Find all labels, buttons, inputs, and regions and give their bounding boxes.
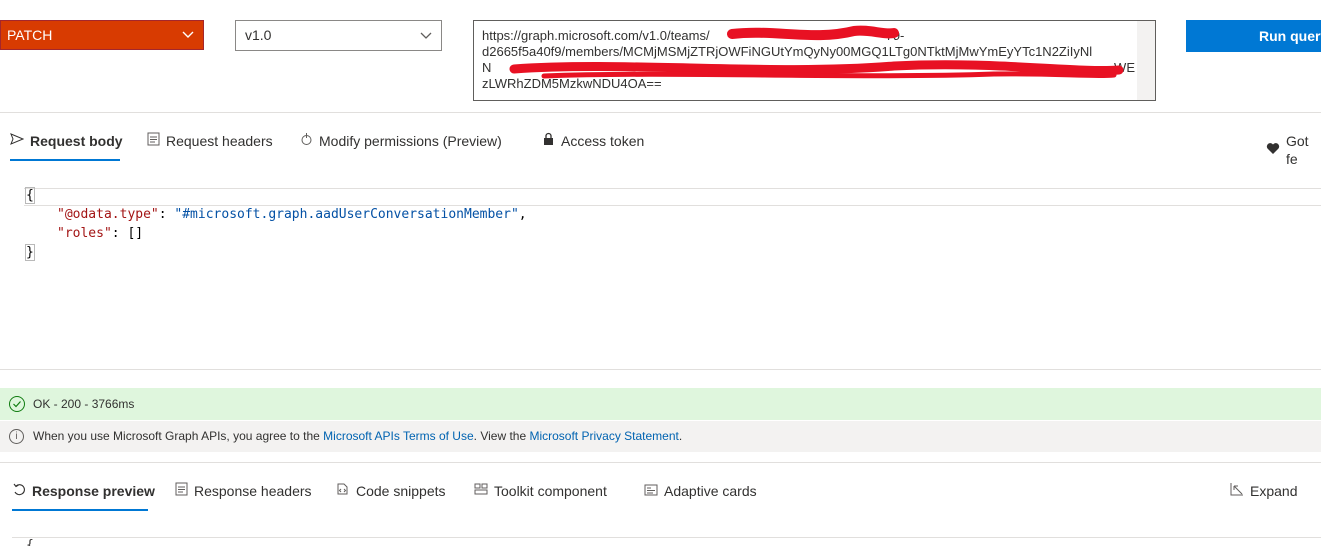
tab-toolkit-component[interactable]: Toolkit component — [474, 482, 607, 500]
expand-icon — [1230, 482, 1244, 500]
terms-info-bar: i When you use Microsoft Graph APIs, you… — [0, 421, 1321, 452]
json-sep: : — [111, 226, 128, 241]
request-body-editor[interactable]: { "@odata.type": "#microsoft.graph.aadUs… — [25, 186, 527, 262]
terms-of-use-link[interactable]: Microsoft APIs Terms of Use — [323, 429, 474, 443]
response-editor-top — [12, 537, 1321, 538]
run-query-label: Run query — [1259, 28, 1321, 44]
status-text: OK - 200 - 3766ms — [33, 397, 135, 411]
open-brace: { — [25, 187, 35, 204]
active-tab-indicator — [12, 509, 148, 511]
json-key: "@odata.type" — [57, 207, 159, 222]
terms-suffix: . — [678, 429, 683, 443]
redaction-scribble — [509, 25, 1124, 79]
http-method-dropdown[interactable]: PATCH — [0, 20, 204, 50]
code-line: "roles": [] — [26, 224, 527, 243]
close-brace: } — [25, 244, 35, 261]
tab-label: Modify permissions (Preview) — [319, 133, 502, 149]
tab-label: Request headers — [166, 133, 273, 149]
editor-divider — [0, 369, 1321, 370]
json-value: "#microsoft.graph.aadUserConversationMem… — [174, 207, 519, 222]
tab-modify-permissions[interactable]: Modify permissions (Preview) — [299, 132, 502, 150]
card-icon — [644, 482, 658, 500]
code-line: { — [25, 186, 527, 205]
got-feedback-button[interactable]: Got fe — [1266, 132, 1321, 168]
terms-mid: . View the — [473, 429, 530, 443]
tab-label: Response preview — [32, 483, 155, 499]
request-url-input[interactable]: https://graph.microsoft.com/v1.0/teams/7… — [473, 20, 1156, 101]
tab-label: Toolkit component — [494, 483, 607, 499]
chevron-down-icon — [419, 21, 433, 60]
tab-adaptive-cards[interactable]: Adaptive cards — [644, 482, 757, 500]
permissions-icon — [299, 132, 313, 150]
toolkit-icon — [474, 482, 488, 500]
tab-access-token[interactable]: Access token — [541, 132, 644, 150]
expand-button[interactable]: Expand — [1230, 482, 1297, 500]
tab-response-headers[interactable]: Response headers — [174, 482, 312, 500]
info-icon: i — [9, 429, 24, 444]
tab-label: Access token — [561, 133, 645, 149]
json-value: [] — [127, 226, 144, 241]
response-preview-editor[interactable]: { — [26, 536, 34, 546]
document-icon — [174, 482, 188, 500]
checkmark-circle-icon — [9, 396, 25, 412]
active-tab-indicator — [10, 159, 120, 161]
version-dropdown[interactable]: v1.0 — [235, 20, 442, 51]
code-line: } — [25, 243, 527, 262]
heart-icon — [1266, 141, 1280, 159]
run-query-button[interactable]: Run query — [1186, 20, 1321, 52]
http-method-value: PATCH — [7, 27, 53, 43]
code-icon — [336, 482, 350, 500]
terms-text: When you use Microsoft Graph APIs, you a… — [33, 421, 682, 452]
json-comma: , — [518, 207, 527, 222]
tab-response-preview[interactable]: Response preview — [12, 482, 155, 500]
code-line: "@odata.type": "#microsoft.graph.aadUser… — [26, 205, 527, 224]
undo-icon — [12, 482, 26, 500]
document-icon — [146, 132, 160, 150]
tab-label: Adaptive cards — [664, 483, 757, 499]
tab-label: Request body — [30, 133, 123, 149]
tab-code-snippets[interactable]: Code snippets — [336, 482, 446, 500]
privacy-statement-link[interactable]: Microsoft Privacy Statement — [529, 429, 678, 443]
tab-label: Got fe — [1286, 133, 1309, 167]
terms-prefix: When you use Microsoft Graph APIs, you a… — [33, 429, 324, 443]
send-icon — [10, 132, 25, 150]
json-sep: : — [158, 207, 175, 222]
tab-request-headers[interactable]: Request headers — [146, 132, 273, 150]
version-value: v1.0 — [245, 27, 272, 43]
tab-label: Response headers — [194, 483, 312, 499]
json-key: "roles" — [57, 226, 112, 241]
lock-icon — [541, 132, 555, 150]
status-divider — [0, 462, 1321, 463]
toolbar-divider — [0, 112, 1321, 113]
tab-label: Code snippets — [356, 483, 446, 499]
status-success-bar: OK - 200 - 3766ms — [0, 388, 1321, 420]
tab-request-body[interactable]: Request body — [10, 132, 123, 150]
chevron-down-icon — [181, 21, 195, 58]
response-open-brace: { — [26, 538, 34, 546]
tab-label: Expand — [1250, 483, 1298, 499]
